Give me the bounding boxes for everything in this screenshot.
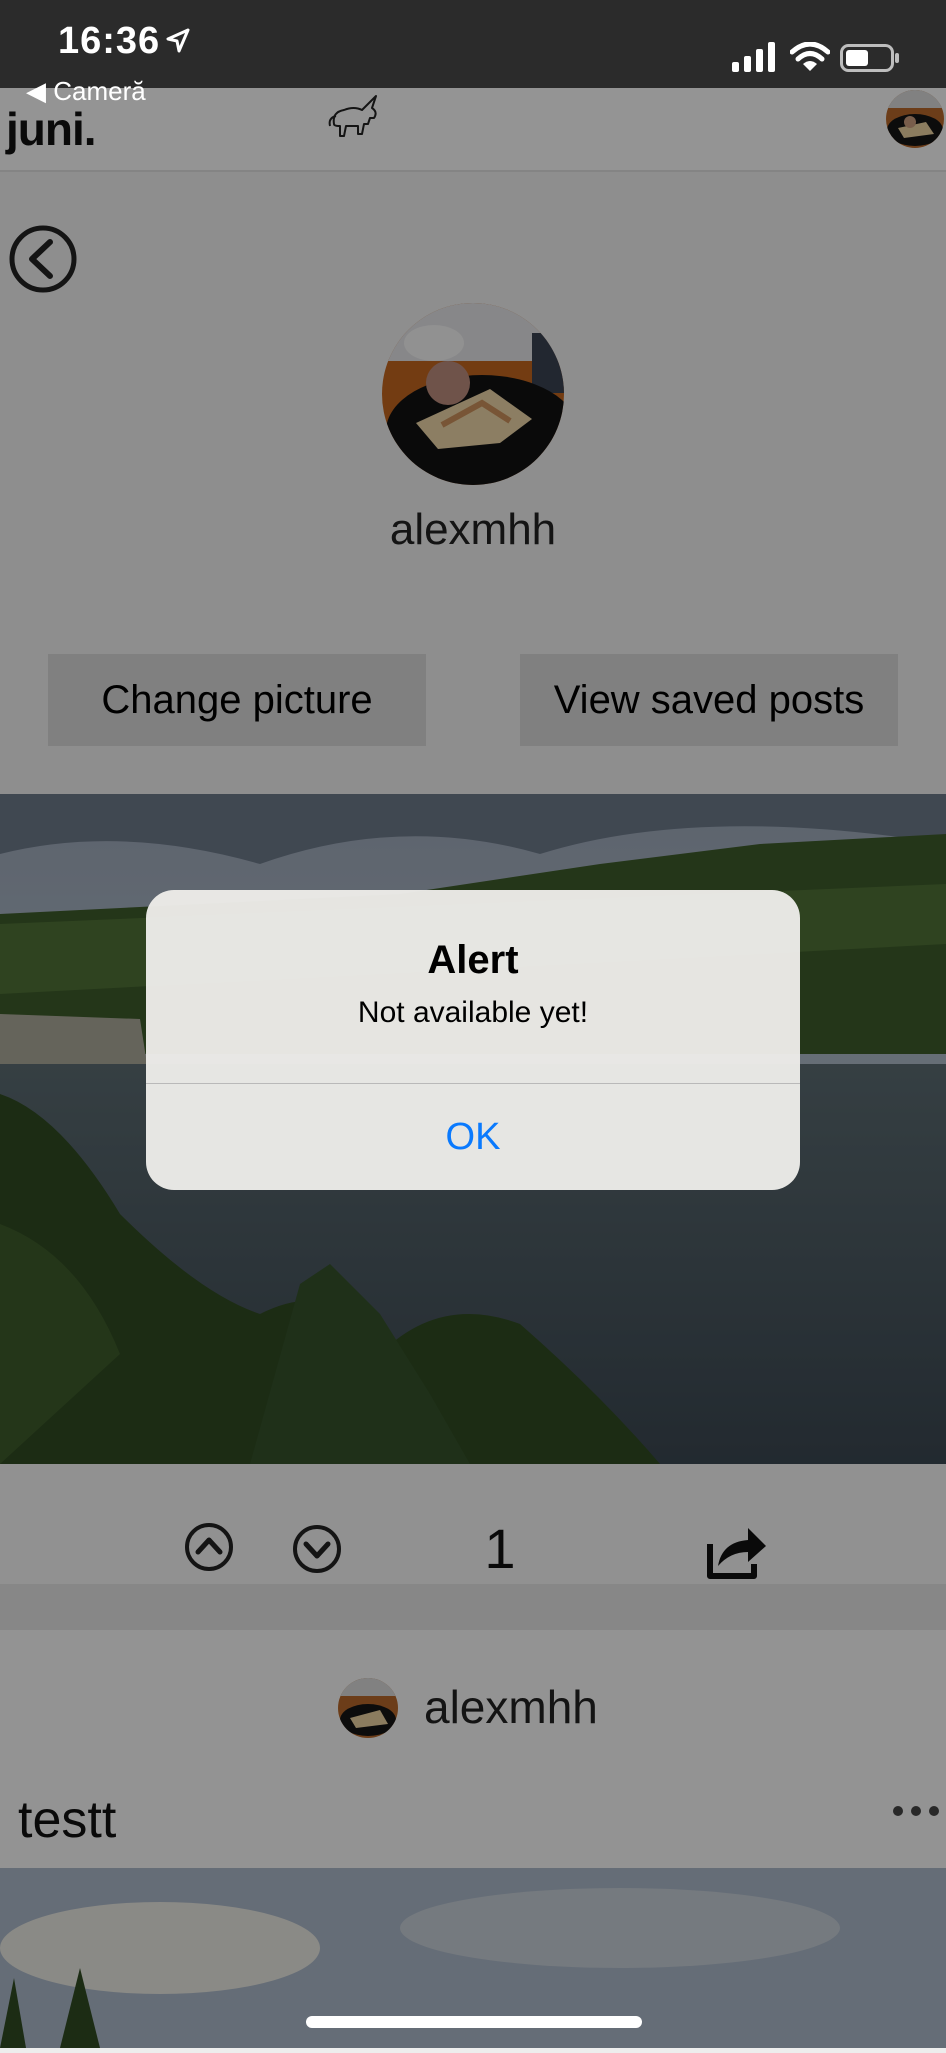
alert-title: Alert (427, 938, 519, 982)
wifi-icon (790, 42, 830, 71)
alert-dialog: Alert Not available yet! OK (146, 890, 800, 1190)
status-bar: 16:36 (0, 0, 946, 88)
signal-icon (732, 42, 775, 72)
back-to-camera-link[interactable]: ◀ Cameră (26, 76, 146, 107)
alert-ok-button[interactable]: OK (146, 1084, 800, 1190)
battery-icon (840, 44, 899, 72)
home-indicator[interactable] (306, 2016, 642, 2028)
location-arrow-icon (166, 28, 190, 53)
alert-message: Not available yet! (357, 996, 589, 1029)
status-time: 16:36 (58, 20, 161, 62)
